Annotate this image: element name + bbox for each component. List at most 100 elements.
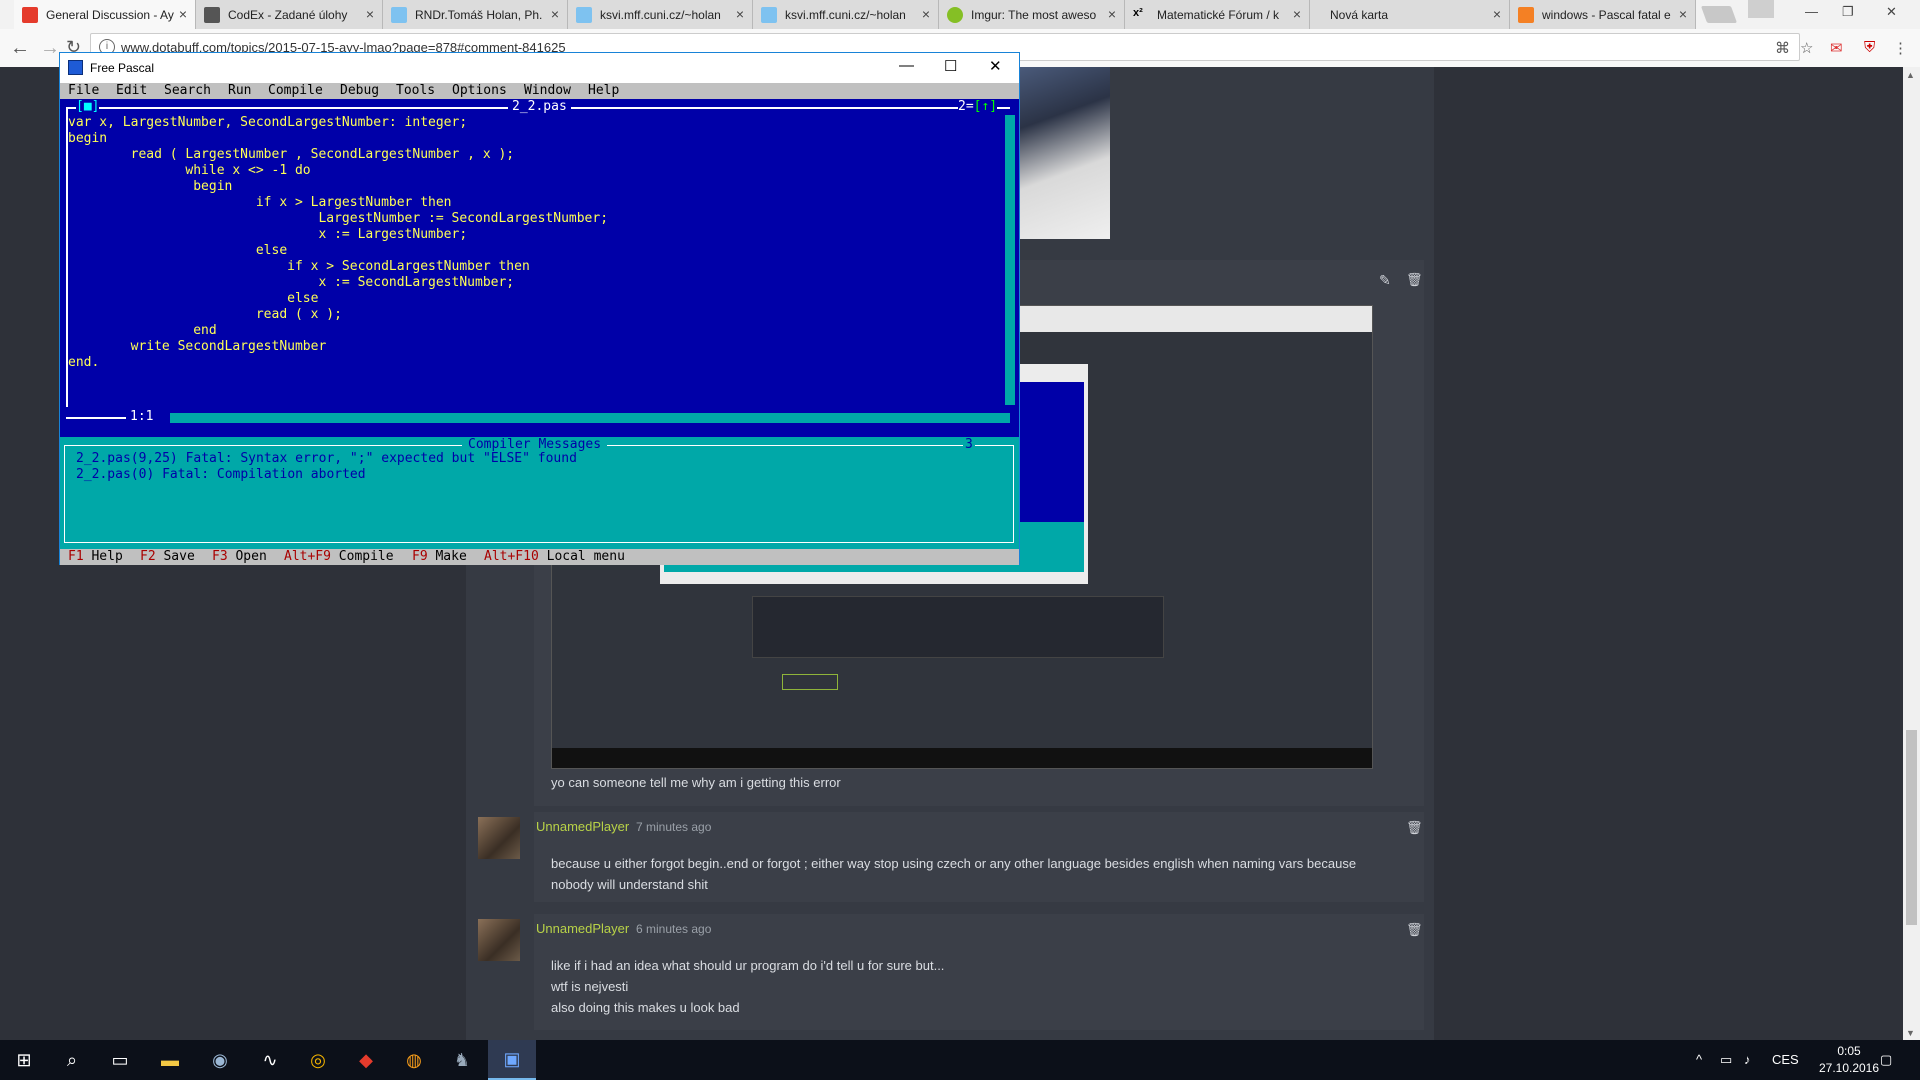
taskbar-explorer[interactable]: ▬ — [146, 1040, 194, 1080]
tab-close-icon[interactable]: × — [1493, 6, 1501, 22]
extension-icon[interactable]: ✉ — [1830, 39, 1843, 57]
scrollbar-thumb[interactable] — [1906, 730, 1917, 925]
status-help[interactable]: F1 Help — [68, 549, 123, 565]
editor-window[interactable]: [■] 2_2.pas 2=[↑] var x, LargestNumber, … — [60, 99, 1019, 437]
browser-tab[interactable]: ksvi.mff.cuni.cz/~holan × — [568, 0, 753, 29]
taskbar-app[interactable]: ◆ — [342, 1040, 390, 1080]
code-line: x := SecondLargestNumber; — [68, 275, 515, 290]
taskbar-chrome[interactable]: ◎ — [294, 1040, 342, 1080]
tab-close-icon[interactable]: × — [551, 6, 559, 22]
taskbar-app[interactable]: ∿ — [246, 1040, 294, 1080]
tray-chevron-icon[interactable]: ^ — [1696, 1052, 1702, 1067]
new-tab-button[interactable] — [1700, 6, 1738, 23]
tab-close-icon[interactable]: × — [1108, 6, 1116, 22]
task-view-button[interactable]: ▭ — [96, 1040, 144, 1080]
action-center-icon[interactable]: ▢ — [1880, 1052, 1892, 1068]
code-line: x := LargestNumber; — [68, 227, 468, 242]
ide-client: File Edit Search Run Compile Debug Tools… — [60, 83, 1019, 565]
status-save[interactable]: F2 Save — [140, 549, 195, 565]
tab-title: ksvi.mff.cuni.cz/~holan — [785, 7, 906, 22]
edit-icon[interactable]: ✎ — [1379, 272, 1391, 289]
close-button[interactable]: ✕ — [1886, 4, 1897, 20]
code-line: end — [68, 323, 217, 338]
window-titlebar[interactable]: Free Pascal — ☐ ✕ — [60, 53, 1019, 83]
translate-icon[interactable]: ⌘ — [1775, 39, 1790, 57]
comment-author[interactable]: UnnamedPlayer — [536, 819, 629, 834]
tab-close-icon[interactable]: × — [922, 6, 930, 22]
browser-tab[interactable]: windows - Pascal fatal e × — [1510, 0, 1696, 29]
menu-file[interactable]: File — [68, 83, 99, 99]
tab-title: Imgur: The most aweso — [971, 7, 1097, 22]
browser-tab[interactable]: CodEx - Zadané úlohy × — [196, 0, 383, 29]
trash-icon[interactable]: 🗑 — [1406, 820, 1423, 836]
freepascal-app-icon — [68, 60, 83, 75]
menu-tools[interactable]: Tools — [396, 83, 435, 99]
tab-title: Matematické Fórum / k — [1157, 7, 1280, 22]
code-line: read ( LargestNumber , SecondLargestNumb… — [68, 147, 515, 162]
restore-button[interactable]: ❐ — [1842, 4, 1854, 20]
input-language[interactable]: CES — [1772, 1052, 1799, 1067]
compiler-messages-window[interactable]: Compiler Messages 3 2_2.pas(9,25) Fatal:… — [60, 437, 1019, 549]
tab-close-icon[interactable]: × — [1293, 6, 1301, 22]
bookmark-star-icon[interactable]: ☆ — [1800, 39, 1813, 57]
editor-zoom-icon[interactable]: [↑] — [974, 99, 997, 114]
minimize-button[interactable]: — — [1805, 4, 1818, 19]
search-button[interactable]: ⌕ — [48, 1040, 96, 1080]
page-icon — [761, 6, 777, 23]
browser-tab[interactable]: RNDr.Tomáš Holan, Ph. × — [383, 0, 568, 29]
message-line[interactable]: 2_2.pas(0) Fatal: Compilation aborted — [76, 467, 366, 483]
avatar[interactable] — [478, 817, 520, 859]
menu-icon[interactable]: ⋮ — [1893, 39, 1908, 57]
taskbar-steam[interactable]: ◉ — [196, 1040, 244, 1080]
start-button[interactable]: ⊞ — [0, 1040, 48, 1080]
menu-edit[interactable]: Edit — [116, 83, 147, 99]
scroll-up-icon[interactable]: ▲ — [1906, 70, 1915, 80]
tab-close-icon[interactable]: × — [366, 6, 374, 22]
back-icon[interactable]: ← — [10, 37, 30, 60]
browser-tab[interactable]: Nová karta × — [1310, 0, 1510, 29]
status-make[interactable]: F9 Make — [412, 549, 467, 565]
tab-close-icon[interactable]: × — [736, 6, 744, 22]
maximize-button[interactable]: ☐ — [944, 57, 957, 75]
tab-close-icon[interactable]: × — [1679, 6, 1687, 22]
close-button[interactable]: ✕ — [989, 57, 1002, 75]
avatar[interactable] — [478, 919, 520, 961]
volume-icon[interactable]: ♪ — [1744, 1052, 1751, 1067]
browser-tab[interactable]: ksvi.mff.cuni.cz/~holan × — [753, 0, 939, 29]
trash-icon[interactable]: 🗑 — [1406, 922, 1423, 938]
menu-search[interactable]: Search — [164, 83, 211, 99]
menu-options[interactable]: Options — [452, 83, 507, 99]
status-local-menu[interactable]: Alt+F10 Local menu — [484, 549, 625, 565]
adblock-icon[interactable]: ⛨ — [1864, 39, 1875, 56]
comment-author[interactable]: UnnamedPlayer — [536, 921, 629, 936]
editor-close-icon[interactable]: [■] — [76, 99, 100, 114]
editor-vscrollbar[interactable] — [1005, 115, 1015, 405]
browser-tab[interactable]: x² Matematické Fórum / k × — [1125, 0, 1310, 29]
tab-title: General Discussion - Ay — [46, 7, 174, 22]
profile-button[interactable] — [1748, 0, 1774, 18]
freepascal-window[interactable]: Free Pascal — ☐ ✕ File Edit Search Run C… — [59, 52, 1020, 565]
menu-debug[interactable]: Debug — [340, 83, 379, 99]
taskbar-app[interactable]: ♞ — [438, 1040, 486, 1080]
taskbar-overwatch[interactable]: ◍ — [390, 1040, 438, 1080]
status-open[interactable]: F3 Open — [212, 549, 267, 565]
forward-icon[interactable]: → — [40, 37, 60, 60]
trash-icon[interactable]: 🗑 — [1406, 272, 1423, 288]
menu-window[interactable]: Window — [524, 83, 571, 99]
browser-tab[interactable]: General Discussion - Ay × — [14, 0, 196, 29]
taskbar-freepascal[interactable]: ▣ — [488, 1040, 536, 1080]
status-compile[interactable]: Alt+F9 Compile — [284, 549, 394, 565]
menu-run[interactable]: Run — [228, 83, 251, 99]
network-icon[interactable]: ▭ — [1720, 1052, 1732, 1068]
scroll-down-icon[interactable]: ▼ — [1906, 1028, 1915, 1038]
code-line: else — [68, 291, 319, 306]
message-line[interactable]: 2_2.pas(9,25) Fatal: Syntax error, ";" e… — [76, 451, 577, 467]
clock-time[interactable]: 0:05 — [1818, 1044, 1880, 1058]
minimize-button[interactable]: — — [899, 57, 914, 74]
menu-help[interactable]: Help — [588, 83, 619, 99]
clock-date[interactable]: 27.10.2016 — [1812, 1061, 1886, 1075]
tab-close-icon[interactable]: × — [179, 6, 187, 22]
menu-compile[interactable]: Compile — [268, 83, 323, 99]
editor-hscrollbar[interactable] — [170, 413, 1010, 423]
browser-tab[interactable]: Imgur: The most aweso × — [939, 0, 1125, 29]
